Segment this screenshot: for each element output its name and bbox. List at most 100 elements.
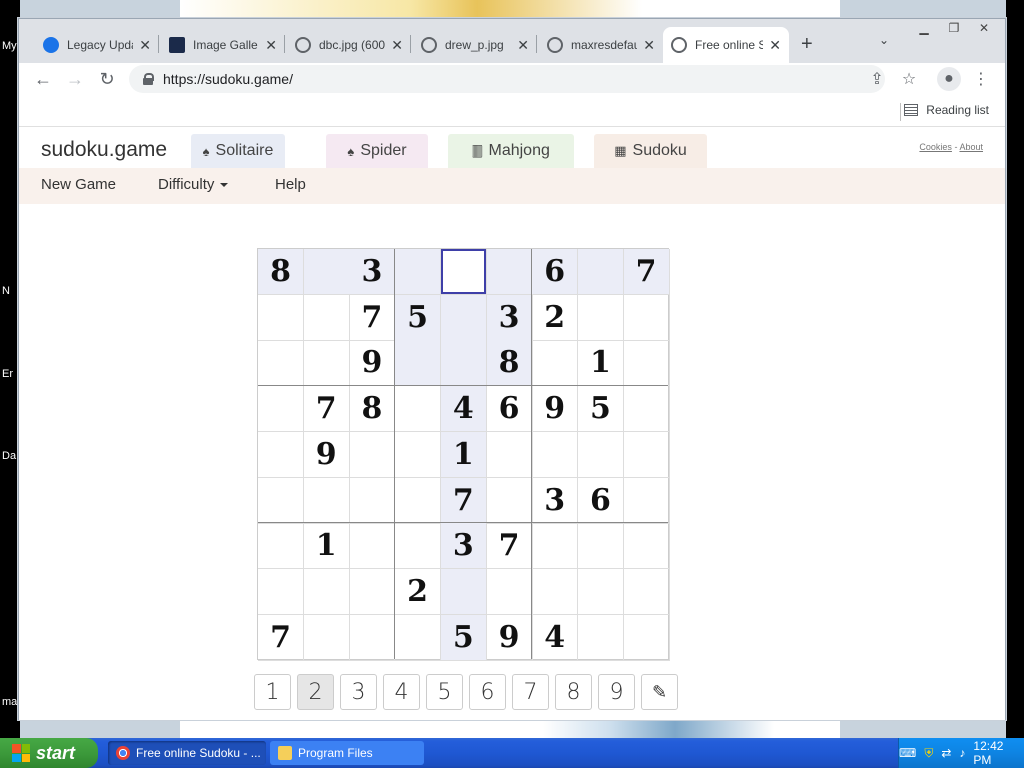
sudoku-cell[interactable]: [486, 477, 533, 524]
sudoku-cell[interactable]: [623, 340, 670, 387]
sudoku-cell[interactable]: 3: [349, 249, 396, 295]
address-bar[interactable]: https://sudoku.game/: [129, 65, 885, 93]
address-url[interactable]: https://sudoku.game/: [163, 71, 293, 87]
browser-tab[interactable]: drew_p.jpg ✕: [413, 27, 537, 63]
sudoku-cell[interactable]: [303, 294, 350, 341]
reading-list-button[interactable]: Reading list: [904, 103, 989, 117]
sudoku-cell[interactable]: [577, 249, 624, 295]
restore-icon[interactable]: ❐: [939, 19, 969, 37]
sudoku-cell[interactable]: [623, 477, 670, 524]
sudoku-cell[interactable]: [349, 431, 396, 478]
number-key[interactable]: 6: [469, 674, 506, 710]
desktop-icon-label[interactable]: Er: [2, 368, 13, 380]
sudoku-cell[interactable]: 8: [349, 386, 396, 433]
sudoku-cell[interactable]: 9: [532, 386, 579, 433]
pencil-edit-icon[interactable]: ✎: [641, 674, 678, 710]
sudoku-cell[interactable]: 7: [440, 477, 487, 524]
sudoku-cell[interactable]: 8: [258, 249, 304, 295]
sudoku-cell[interactable]: [440, 568, 487, 615]
sudoku-cell[interactable]: [532, 568, 579, 615]
sudoku-cell[interactable]: [577, 614, 624, 661]
sudoku-cell[interactable]: [303, 614, 350, 661]
sudoku-cell[interactable]: 1: [303, 523, 350, 570]
number-key[interactable]: 3: [340, 674, 377, 710]
taskbar-item-browser[interactable]: Free online Sudoku - ...: [108, 741, 266, 765]
sudoku-cell[interactable]: [486, 249, 533, 295]
close-icon[interactable]: ✕: [517, 37, 529, 54]
close-icon[interactable]: ✕: [769, 37, 781, 54]
sudoku-cell[interactable]: [258, 340, 304, 387]
number-key[interactable]: 5: [426, 674, 463, 710]
sudoku-cell[interactable]: 7: [486, 523, 533, 570]
game-tab-solitaire[interactable]: ♠ Solitaire: [191, 134, 285, 168]
sudoku-cell[interactable]: 9: [349, 340, 396, 387]
sudoku-cell[interactable]: [303, 477, 350, 524]
sudoku-cell[interactable]: [258, 386, 304, 433]
sudoku-cell[interactable]: [623, 386, 670, 433]
number-key[interactable]: 7: [512, 674, 549, 710]
sudoku-cell[interactable]: 8: [486, 340, 533, 387]
sudoku-cell[interactable]: [577, 523, 624, 570]
sudoku-cell[interactable]: 5: [577, 386, 624, 433]
new-game-button[interactable]: New Game: [41, 176, 116, 193]
sudoku-cell[interactable]: [395, 614, 442, 661]
number-key[interactable]: 1: [254, 674, 291, 710]
close-icon[interactable]: ✕: [265, 37, 277, 54]
sudoku-cell[interactable]: 1: [577, 340, 624, 387]
game-tab-sudoku[interactable]: ▦ Sudoku: [594, 134, 707, 168]
sudoku-cell[interactable]: [532, 340, 579, 387]
sudoku-cell[interactable]: [623, 431, 670, 478]
help-button[interactable]: Help: [275, 176, 306, 193]
forward-arrow-icon[interactable]: →: [63, 67, 87, 91]
sudoku-cell[interactable]: 1: [440, 431, 487, 478]
difficulty-dropdown[interactable]: Difficulty: [158, 176, 229, 193]
sudoku-cell[interactable]: 9: [303, 431, 350, 478]
sudoku-cell[interactable]: [623, 523, 670, 570]
share-icon[interactable]: ⇪: [865, 67, 889, 91]
desktop-icon-label[interactable]: N: [2, 285, 10, 297]
volume-icon[interactable]: ♪: [959, 746, 965, 760]
sudoku-cell[interactable]: [349, 614, 396, 661]
sudoku-cell[interactable]: [440, 249, 487, 295]
game-tab-spider[interactable]: ♠ Spider: [326, 134, 428, 168]
sudoku-cell[interactable]: [577, 431, 624, 478]
sudoku-cell[interactable]: [303, 568, 350, 615]
sudoku-cell[interactable]: [258, 477, 304, 524]
back-arrow-icon[interactable]: ←: [31, 67, 55, 91]
sudoku-cell[interactable]: [532, 431, 579, 478]
network-icon[interactable]: ⇄: [941, 746, 951, 760]
minimize-icon[interactable]: ▁: [909, 19, 939, 37]
new-tab-plus-icon[interactable]: +: [801, 33, 813, 56]
sudoku-cell[interactable]: [577, 568, 624, 615]
sudoku-cell[interactable]: [395, 477, 442, 524]
number-key[interactable]: 8: [555, 674, 592, 710]
profile-avatar-icon[interactable]: ●: [937, 67, 961, 91]
sudoku-cell[interactable]: [395, 523, 442, 570]
close-icon[interactable]: ✕: [643, 37, 655, 54]
sudoku-cell[interactable]: 7: [623, 249, 670, 295]
browser-tab[interactable]: dbc.jpg (600 ✕: [287, 27, 411, 63]
security-shield-icon[interactable]: ⛨: [924, 746, 933, 761]
lock-icon[interactable]: [143, 73, 154, 85]
clock[interactable]: 12:42 PM: [973, 739, 1012, 767]
sudoku-cell[interactable]: 3: [440, 523, 487, 570]
window-close-icon[interactable]: ✕: [969, 19, 999, 37]
desktop-icon-label[interactable]: ma: [2, 696, 17, 708]
sudoku-cell[interactable]: 6: [532, 249, 579, 295]
bookmark-star-icon[interactable]: ☆: [897, 67, 921, 91]
sudoku-cell[interactable]: [623, 614, 670, 661]
sudoku-cell[interactable]: [440, 294, 487, 341]
number-key[interactable]: 4: [383, 674, 420, 710]
sudoku-cell[interactable]: [258, 523, 304, 570]
sudoku-cell[interactable]: 2: [395, 568, 442, 615]
sudoku-cell[interactable]: 3: [486, 294, 533, 341]
sudoku-cell[interactable]: [303, 340, 350, 387]
cookies-link[interactable]: Cookies: [919, 142, 952, 152]
sudoku-cell[interactable]: 4: [532, 614, 579, 661]
sudoku-cell[interactable]: [395, 340, 442, 387]
sudoku-cell[interactable]: 7: [349, 294, 396, 341]
site-title[interactable]: sudoku.game: [41, 138, 167, 162]
sudoku-cell[interactable]: [258, 431, 304, 478]
sudoku-cell[interactable]: 2: [532, 294, 579, 341]
sudoku-cell[interactable]: [395, 249, 442, 295]
